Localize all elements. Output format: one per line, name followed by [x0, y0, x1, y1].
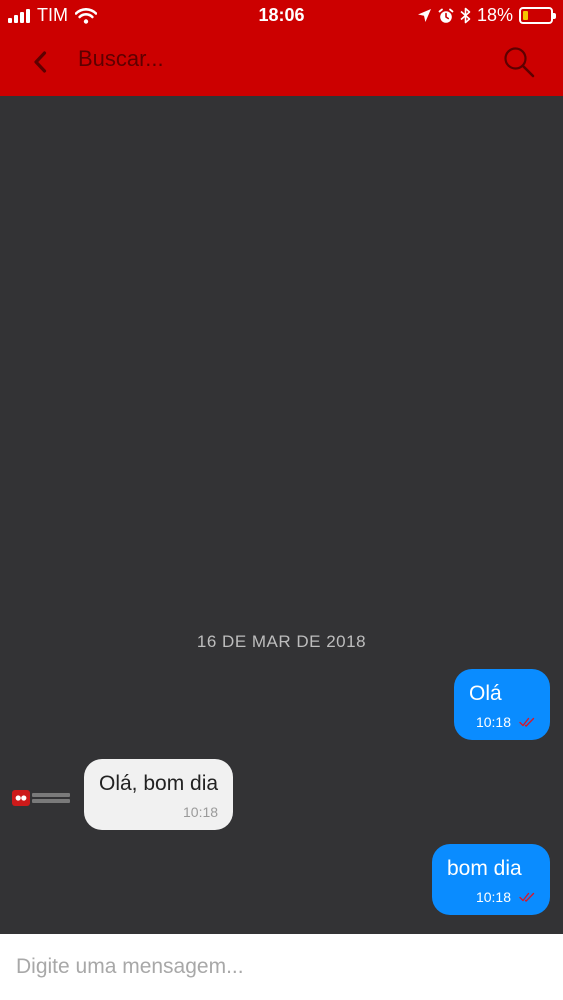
avatar-logo-text [32, 793, 70, 803]
message-outgoing[interactable]: bom dia 10:18 [432, 844, 550, 915]
message-meta: 10:18 [447, 889, 535, 905]
search-icon [504, 47, 535, 78]
message-time: 10:18 [475, 714, 511, 730]
composer-bar [0, 934, 563, 1000]
battery-level-fill [523, 11, 528, 20]
battery-icon [519, 7, 556, 24]
app-header: TIM 18:06 18% Buscar... [0, 0, 563, 96]
bluetooth-icon [460, 7, 471, 24]
message-input[interactable] [0, 934, 563, 1000]
search-button[interactable] [499, 42, 539, 82]
date-separator: 16 DE MAR DE 2018 [196, 632, 367, 651]
chevron-left-icon [34, 51, 47, 73]
search-input[interactable]: Buscar... [78, 46, 164, 72]
message-text: Olá, bom dia [99, 772, 219, 795]
double-check-icon [519, 892, 535, 902]
message-incoming[interactable]: Olá, bom dia 10:18 [84, 759, 234, 830]
back-button[interactable] [22, 44, 58, 80]
message-outgoing[interactable]: Olá 10:18 [454, 669, 550, 740]
message-text: bom dia [447, 857, 522, 880]
avatar-logo-icon [12, 790, 30, 806]
message-time: 10:18 [475, 889, 511, 905]
message-list[interactable]: 16 DE MAR DE 2018 Olá 10:18 Olá, bom dia… [0, 96, 563, 934]
alarm-icon [438, 8, 454, 23]
message-time: 10:18 [183, 804, 219, 820]
message-text: Olá [469, 682, 502, 705]
status-bar: TIM 18:06 18% [0, 0, 563, 32]
message-meta: 10:18 [469, 714, 535, 730]
status-right: 18% [417, 5, 556, 26]
message-meta: 10:18 [99, 804, 218, 820]
avatar [12, 788, 72, 808]
battery-percent: 18% [476, 5, 513, 25]
double-check-icon [519, 717, 535, 727]
nav-row: Buscar... [0, 36, 563, 88]
location-arrow-icon [417, 9, 431, 22]
